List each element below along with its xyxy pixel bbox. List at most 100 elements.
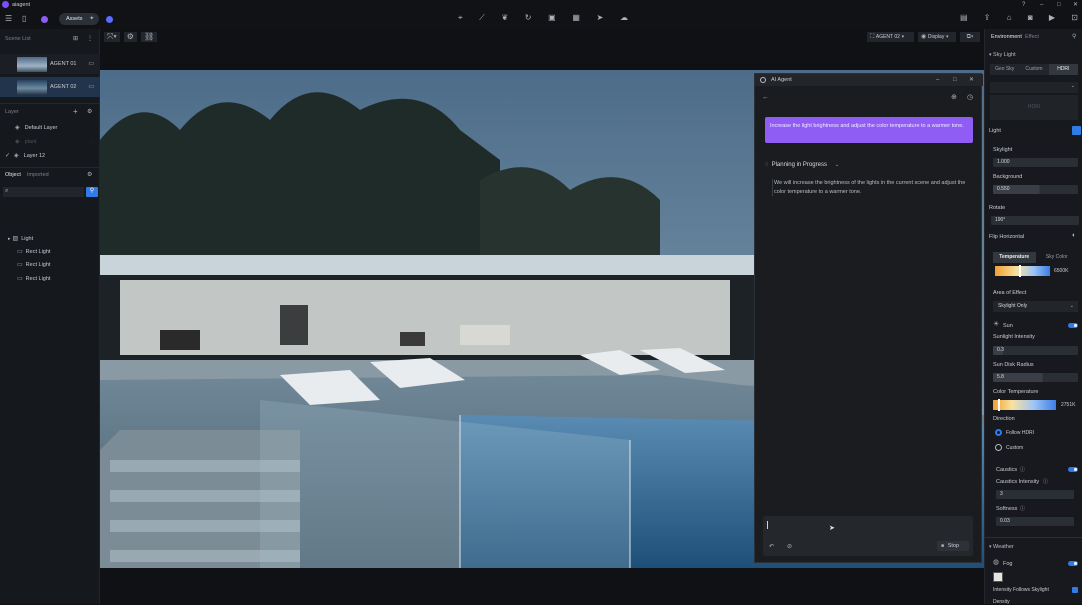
close-icon[interactable]: ✕ xyxy=(1073,1,1078,9)
attach-icon[interactable]: ⊘ xyxy=(787,543,792,551)
add-layer-icon[interactable]: + xyxy=(73,108,78,116)
caustics-toggle[interactable] xyxy=(1068,467,1078,472)
video-icon[interactable]: ▶ xyxy=(1049,14,1055,24)
sky-light-header[interactable]: ▾ Sky Light xyxy=(989,51,1016,59)
tab-object[interactable]: Object xyxy=(5,172,21,178)
info-icon[interactable]: ⓘ xyxy=(1043,478,1048,486)
light-add-button[interactable] xyxy=(1072,126,1081,135)
tab-effect[interactable]: Effect xyxy=(1025,34,1039,40)
close-icon[interactable]: ✕ xyxy=(969,76,974,84)
camera-icon[interactable]: ▭ xyxy=(88,83,94,91)
path-icon[interactable]: ⟋ xyxy=(479,14,485,24)
camera-icon[interactable]: ▭ xyxy=(88,60,94,68)
info-icon[interactable]: ⓘ xyxy=(1020,505,1025,513)
pin-icon[interactable]: ⚲ xyxy=(1072,33,1076,41)
box-icon[interactable]: ▣ xyxy=(548,14,556,24)
maximize-icon[interactable]: □ xyxy=(953,76,957,84)
temperature-handle[interactable] xyxy=(1019,265,1021,277)
expand-icon[interactable]: ▸ xyxy=(8,235,11,243)
filter-button[interactable]: ⚲ xyxy=(86,187,98,197)
sun-toggle[interactable] xyxy=(1068,323,1078,328)
hdri-dropdown[interactable]: ⌄ xyxy=(990,82,1078,93)
camera-select[interactable]: ⛶ AGENT 02 ▾ xyxy=(867,32,914,42)
rotate-input[interactable]: 190° xyxy=(991,216,1079,225)
radio-custom[interactable]: Custom xyxy=(995,444,1023,451)
cloud-icon[interactable]: ☁ xyxy=(620,14,628,24)
hidden-icon[interactable]: ◌ xyxy=(90,138,94,146)
tab-geo-sky[interactable]: Geo Sky xyxy=(990,64,1019,75)
planning-status[interactable]: ◌ Planning in Progress ⌄ xyxy=(765,160,839,170)
object-item-light[interactable]: ▸ ▨ Light xyxy=(0,232,100,246)
info-icon[interactable]: ⓘ xyxy=(1020,466,1025,474)
undo-icon[interactable]: ↶ xyxy=(769,543,774,551)
file-icon[interactable]: ▯ xyxy=(22,15,26,23)
sunlight-intensity-input[interactable]: 0.3 xyxy=(993,346,1078,355)
stop-button[interactable]: ■ Stop xyxy=(937,541,969,551)
link-icon[interactable]: ⛓ xyxy=(140,32,158,42)
radio-follow-hdri[interactable]: Follow HDRI xyxy=(995,429,1034,436)
background-input[interactable]: 0.550 xyxy=(993,185,1078,194)
package-icon[interactable]: ⌂ xyxy=(1007,14,1012,24)
skylight-input[interactable]: 1.000 xyxy=(993,158,1078,167)
leaf-icon[interactable]: ❦ xyxy=(501,14,508,24)
object-search-input[interactable]: ⌕ xyxy=(3,187,84,197)
agent-orb-icon[interactable] xyxy=(41,16,48,23)
more-icon[interactable]: ⋮ xyxy=(87,35,93,43)
object-item-rect-light[interactable]: ▭ Rect Light xyxy=(0,272,100,286)
fog-color-swatch[interactable] xyxy=(993,572,1003,582)
left-panel: Scene List ⊞ ⋮ AGENT 01 ▭ AGENT 02 ▭ Lay… xyxy=(0,29,100,604)
display-select[interactable]: ◉ Display ▾ xyxy=(918,32,956,42)
layer-settings-icon[interactable]: ⚙ xyxy=(87,108,92,116)
layer-item-layer-12[interactable]: ✓ ◈ Layer 12 xyxy=(0,149,100,163)
export-icon[interactable]: ⇪ xyxy=(984,14,991,24)
camera-icon[interactable]: ◙ xyxy=(1028,14,1033,24)
transform-icon[interactable]: ⤧▾ xyxy=(104,32,120,42)
minimize-icon[interactable]: – xyxy=(936,76,939,84)
object-settings-icon[interactable]: ⚙ xyxy=(87,171,92,179)
color-temperature-handle[interactable] xyxy=(998,399,1000,411)
grid-icon[interactable]: ▦ xyxy=(572,14,580,24)
object-item-rect-light[interactable]: ▭ Rect Light xyxy=(0,245,100,259)
area-of-effect-select[interactable]: Skylight Only ⌄ xyxy=(993,301,1078,312)
view-options-button[interactable]: ⧉▾ xyxy=(960,32,980,42)
caustics-intensity-input[interactable]: 3 xyxy=(996,490,1074,499)
tab-custom[interactable]: Custom xyxy=(1019,64,1048,75)
intensity-follows-checkbox[interactable] xyxy=(1072,587,1078,593)
cursor-icon[interactable]: ➤ xyxy=(597,14,604,24)
agent-input-area[interactable]: ➤ ↶ ⊘ ■ Stop xyxy=(763,516,973,556)
sun-disk-radius-input[interactable]: 5.8 xyxy=(993,373,1078,382)
new-chat-icon[interactable]: ⊕ xyxy=(951,94,957,102)
add-scene-icon[interactable]: ⊞ xyxy=(73,35,78,43)
temperature-slider[interactable] xyxy=(995,265,1050,277)
object-item-rect-light[interactable]: ▭ Rect Light xyxy=(0,258,100,272)
history-icon[interactable]: ◷ xyxy=(967,94,973,102)
inbox-icon[interactable]: ⊡ xyxy=(1071,14,1078,24)
scene-item-agent-02[interactable]: AGENT 02 ▭ xyxy=(0,77,100,97)
assistant-orb-icon[interactable] xyxy=(106,16,113,23)
render-icon[interactable]: ▤ xyxy=(960,14,968,24)
layer-item-plant[interactable]: ◈ plant ◌ xyxy=(0,135,100,149)
tab-sky-color[interactable]: Sky Color xyxy=(1036,252,1079,263)
fog-toggle[interactable] xyxy=(1068,561,1078,566)
maximize-icon[interactable]: □ xyxy=(1057,1,1061,9)
menu-icon[interactable]: ☰ xyxy=(5,15,12,23)
assets-button[interactable]: Assets ✦ xyxy=(59,13,99,25)
tab-temperature[interactable]: Temperature xyxy=(993,252,1036,263)
softness-input[interactable]: 0.03 xyxy=(996,517,1074,526)
tab-hdri[interactable]: HDRI xyxy=(1048,64,1078,75)
tab-imported[interactable]: Imported xyxy=(27,172,49,178)
hdri-preview[interactable]: HDRI xyxy=(990,95,1078,120)
flip-toggle-icon[interactable]: ◐ xyxy=(1072,232,1076,240)
pin-icon[interactable]: ⌖ xyxy=(458,14,463,24)
chat-input[interactable] xyxy=(767,521,967,529)
snap-icon[interactable]: ⚙ xyxy=(123,32,137,42)
back-arrow-icon[interactable]: ← xyxy=(762,94,769,102)
tab-environment[interactable]: Environment xyxy=(991,34,1022,40)
minimize-icon[interactable]: – xyxy=(1040,1,1043,9)
layer-item-default[interactable]: ◈ Default Layer xyxy=(0,121,100,135)
weather-header[interactable]: ▾ Weather xyxy=(989,543,1014,551)
scene-item-agent-01[interactable]: AGENT 01 ▭ xyxy=(0,54,100,74)
color-temperature-slider[interactable] xyxy=(993,399,1056,411)
rotate-icon[interactable]: ↻ xyxy=(525,14,532,24)
help-icon[interactable]: ? xyxy=(1022,1,1025,9)
